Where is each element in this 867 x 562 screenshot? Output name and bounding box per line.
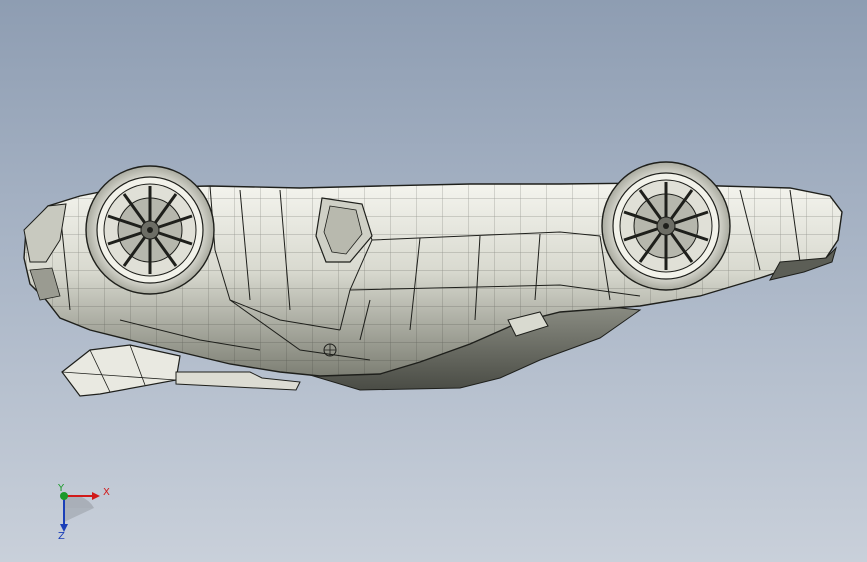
rear-spoiler: [61, 344, 181, 397]
axis-y-label: Y: [58, 483, 65, 494]
graphics-viewport[interactable]: X Y Z: [0, 0, 867, 562]
reference-triad: X Y Z: [44, 482, 114, 546]
rear-wheel: [85, 165, 215, 295]
axis-z-label: Z: [58, 531, 65, 542]
axis-x-label: X: [103, 487, 110, 498]
front-wheel: [601, 161, 731, 291]
spoiler-strut: [175, 371, 301, 391]
car-model[interactable]: [0, 0, 867, 562]
